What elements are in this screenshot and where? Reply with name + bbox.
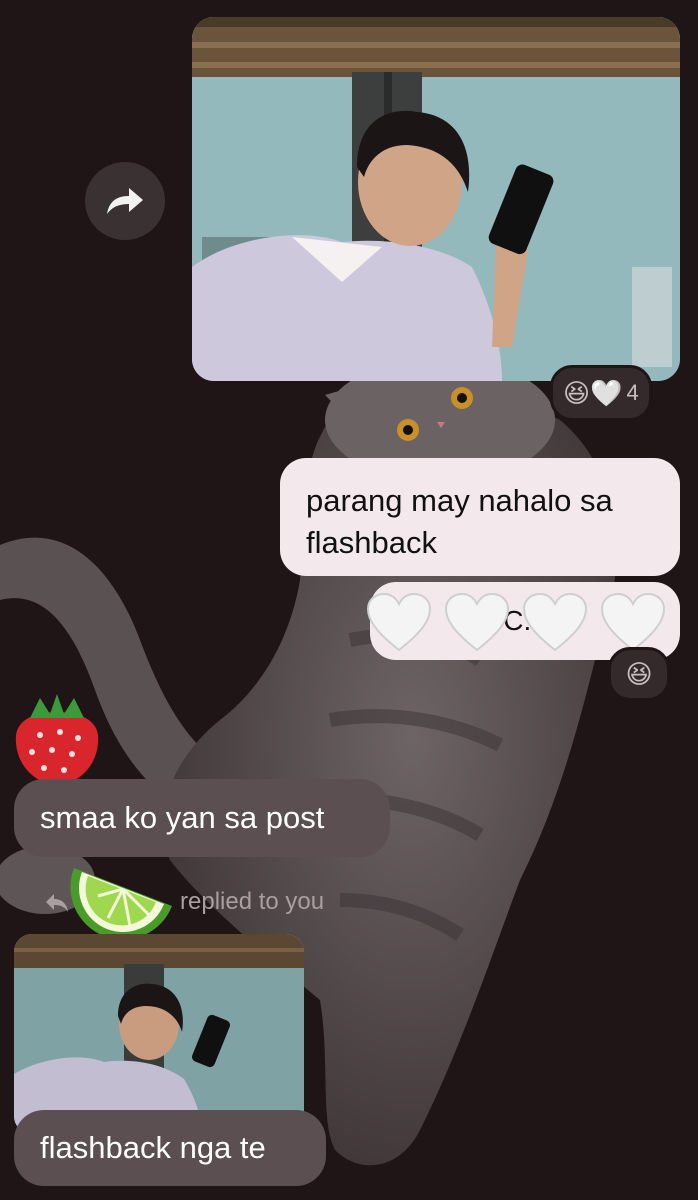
message-text: flashback nga te (40, 1130, 266, 1165)
white-heart-icon (600, 592, 666, 652)
heart-stickers (366, 592, 666, 654)
share-forward-icon (107, 188, 143, 214)
message-text: parang may nahalo sa flashback (306, 483, 613, 560)
reaction-emojis: 😆🤍 (563, 377, 623, 408)
photo-reactions[interactable]: 😆🤍 4 (550, 365, 652, 421)
white-heart-icon (444, 592, 510, 652)
reaction-emojis: 😆 (625, 658, 653, 689)
selfie-image (192, 17, 680, 381)
message-reactions[interactable]: 😆 (608, 647, 670, 701)
selfie-image (14, 934, 304, 1134)
reaction-count: 4 (626, 380, 639, 405)
sent-message-bubble[interactable]: parang may nahalo sa flashback (280, 458, 680, 576)
strawberry-icon (15, 694, 99, 786)
reply-arrow-icon (46, 894, 68, 912)
sent-photo[interactable] (192, 17, 680, 381)
received-message-bubble[interactable]: flashback nga te (14, 1110, 326, 1186)
replied-photo[interactable] (14, 934, 304, 1134)
reply-label: replied to you (180, 888, 325, 915)
forward-button[interactable] (85, 162, 165, 240)
received-message-bubble[interactable]: smaa ko yan sa post (14, 779, 390, 857)
white-heart-icon (522, 592, 588, 652)
message-text: smaa ko yan sa post (40, 800, 325, 835)
white-heart-icon (366, 592, 432, 652)
